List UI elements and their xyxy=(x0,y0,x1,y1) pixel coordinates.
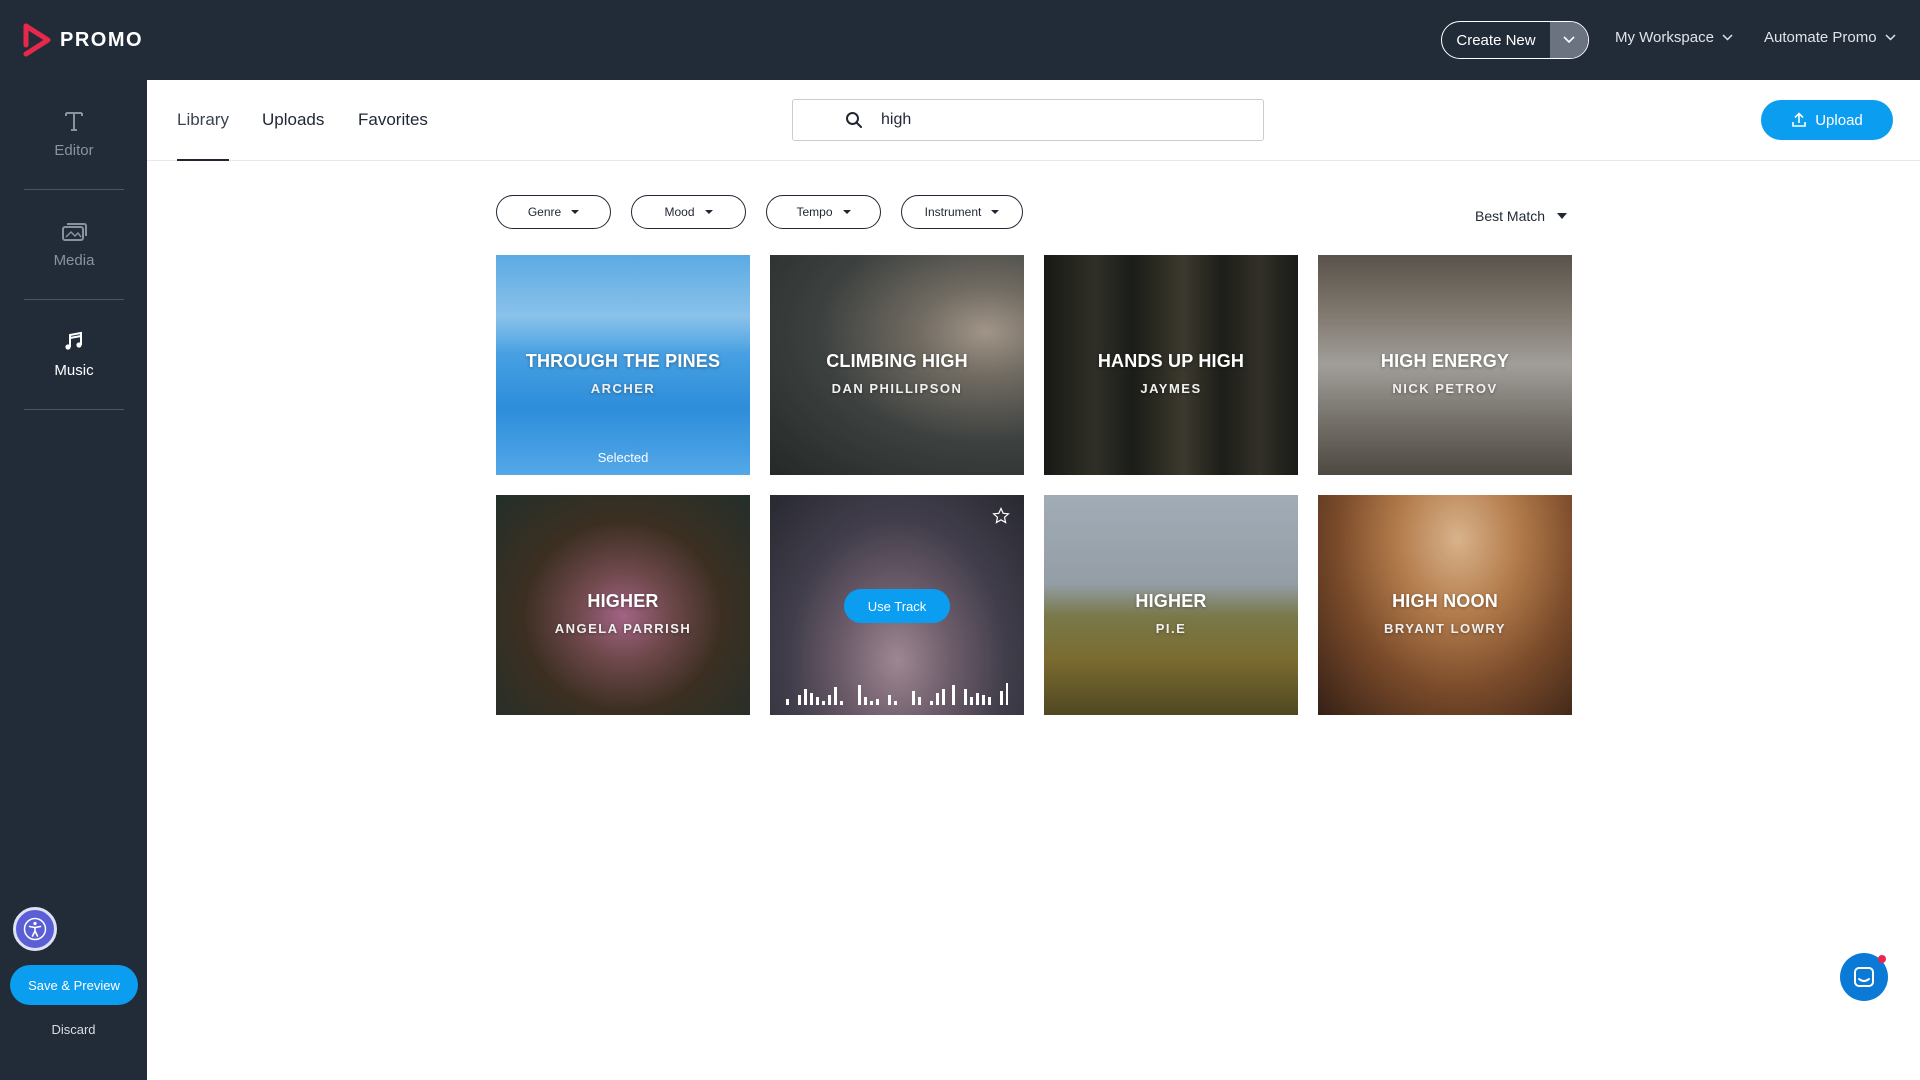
upload-icon xyxy=(1792,112,1807,127)
track-card[interactable]: HANDS UP HIGH JAYMES xyxy=(1044,255,1298,475)
automate-promo-menu[interactable]: Automate Promo xyxy=(1764,29,1896,46)
save-preview-button[interactable]: Save & Preview xyxy=(10,965,138,1005)
track-card[interactable]: THROUGH THE PINES ARCHER Selected xyxy=(496,255,750,475)
sidebar-item-music[interactable]: Music xyxy=(24,300,124,410)
caret-down-icon xyxy=(571,210,580,214)
top-bar: PROMO Create New My Workspace Automate P… xyxy=(0,0,1920,80)
track-title: HIGHER xyxy=(1135,591,1207,611)
caret-down-icon xyxy=(704,210,713,214)
mood-filter[interactable]: Mood xyxy=(631,195,746,229)
filter-label: Mood xyxy=(664,205,695,219)
track-artist: JAYMES xyxy=(1140,381,1202,396)
instrument-filter[interactable]: Instrument xyxy=(901,195,1023,229)
track-card[interactable]: HIGHER ANGELA PARRISH xyxy=(496,495,750,715)
sidebar-item-editor[interactable]: Editor xyxy=(24,80,124,190)
selected-label: Selected xyxy=(597,450,649,465)
chevron-down-icon xyxy=(1885,34,1896,41)
filter-label: Genre xyxy=(527,205,562,219)
track-card[interactable]: HIGHER PI.E xyxy=(1044,495,1298,715)
search-icon xyxy=(846,112,862,128)
track-title: HIGH ENERGY xyxy=(1380,351,1510,371)
track-artist: NICK PETROV xyxy=(1392,381,1498,396)
star-icon[interactable] xyxy=(992,507,1010,525)
genre-filter[interactable]: Genre xyxy=(496,195,611,229)
sort-label: Best Match xyxy=(1475,208,1546,224)
filter-label: Tempo xyxy=(796,205,833,219)
sidebar-item-label: Music xyxy=(54,362,94,379)
music-note-icon xyxy=(65,331,82,350)
search-box xyxy=(792,99,1264,141)
create-new-label: Create New xyxy=(1456,31,1536,49)
notification-dot xyxy=(1878,955,1886,963)
chevron-down-icon xyxy=(1722,34,1733,41)
track-title: THROUGH THE PINES xyxy=(525,351,721,371)
caret-down-icon xyxy=(991,210,1000,214)
caret-down-icon xyxy=(1557,213,1568,219)
track-title: HIGHER xyxy=(587,591,659,611)
logo-text: PROMO xyxy=(60,28,144,51)
track-card[interactable]: Use Track xyxy=(770,495,1024,715)
track-title: HANDS UP HIGH xyxy=(1097,351,1245,371)
tab-uploads[interactable]: Uploads xyxy=(262,110,324,161)
sidebar-item-label: Editor xyxy=(54,142,94,159)
accessibility-icon xyxy=(23,917,47,941)
tab-favorites[interactable]: Favorites xyxy=(358,110,428,161)
create-new-button[interactable]: Create New xyxy=(1441,21,1589,59)
track-card[interactable]: CLIMBING HIGH DAN PHILLIPSON xyxy=(770,255,1024,475)
caret-down-icon xyxy=(842,210,851,214)
track-artist: PI.E xyxy=(1155,621,1187,636)
track-artist: ARCHER xyxy=(590,381,656,396)
upload-label: Upload xyxy=(1815,111,1863,129)
accessibility-button[interactable] xyxy=(13,907,57,951)
media-icon xyxy=(62,223,87,241)
sidebar: Editor Media Music Save & Preview Discar… xyxy=(0,80,147,1080)
library-header: Library Uploads Favorites Upload xyxy=(147,80,1920,161)
search-input[interactable] xyxy=(881,111,1241,129)
track-artist: BRYANT LOWRY xyxy=(1384,621,1506,636)
filter-label: Instrument xyxy=(924,205,982,219)
tempo-filter[interactable]: Tempo xyxy=(766,195,881,229)
workspace-menu[interactable]: My Workspace xyxy=(1615,29,1733,46)
track-artist: DAN PHILLIPSON xyxy=(831,381,963,396)
create-new-dropdown[interactable] xyxy=(1550,22,1588,58)
waveform xyxy=(786,683,1008,705)
use-track-button[interactable]: Use Track xyxy=(844,589,950,623)
discard-link[interactable]: Discard xyxy=(0,1022,147,1037)
sidebar-item-media[interactable]: Media xyxy=(24,190,124,300)
workspace-label: My Workspace xyxy=(1615,29,1714,46)
chevron-down-icon xyxy=(1563,36,1575,44)
logo[interactable]: PROMO xyxy=(22,22,143,58)
chat-launcher-button[interactable] xyxy=(1840,953,1888,1001)
chat-icon xyxy=(1854,967,1874,987)
track-title: HIGH NOON xyxy=(1392,591,1498,611)
upload-button[interactable]: Upload xyxy=(1761,100,1893,140)
logo-icon xyxy=(23,23,51,57)
automate-label: Automate Promo xyxy=(1764,29,1877,46)
track-card[interactable]: HIGH ENERGY NICK PETROV xyxy=(1318,255,1572,475)
track-artist: ANGELA PARRISH xyxy=(554,621,692,636)
sort-dropdown[interactable]: Best Match xyxy=(1475,208,1568,224)
track-title: CLIMBING HIGH xyxy=(826,351,968,371)
track-card[interactable]: HIGH NOON BRYANT LOWRY xyxy=(1318,495,1572,715)
tab-library[interactable]: Library xyxy=(177,110,229,161)
sidebar-item-label: Media xyxy=(53,252,95,269)
text-icon xyxy=(65,112,83,131)
